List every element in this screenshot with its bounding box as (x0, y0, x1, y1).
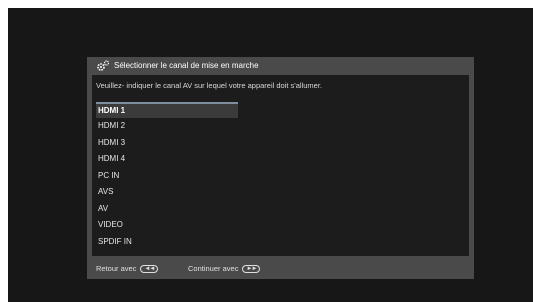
back-label: Retour avec (96, 264, 137, 273)
channel-item-hdmi3[interactable]: HDMI 3 (96, 135, 238, 152)
back-action[interactable]: Retour avec ◄◄ (96, 264, 159, 273)
channel-item-video[interactable]: VIDEO (96, 217, 238, 234)
fast-forward-button-icon: ►► (242, 264, 261, 273)
continue-label: Continuer avec (188, 264, 239, 273)
fast-forward-glyph: ►► (246, 265, 258, 272)
dialog-header: Sélectionner le canal de mise en marche (87, 57, 474, 75)
channel-item-av[interactable]: AV (96, 201, 238, 218)
channel-item-hdmi1[interactable]: HDMI 1 (96, 102, 238, 118)
tv-screen: Sélectionner le canal de mise en marche … (8, 8, 533, 302)
dialog-footer: Retour avec ◄◄ Continuer avec ►► (87, 256, 474, 279)
rewind-button-icon: ◄◄ (140, 264, 159, 273)
channel-item-spdif-in[interactable]: SPDIF IN (96, 234, 238, 251)
gear-icon (97, 60, 110, 71)
startup-channel-dialog: Sélectionner le canal de mise en marche … (87, 57, 474, 279)
dialog-body: Veuillez- indiquer le canal AV sur leque… (92, 75, 469, 256)
instruction-text: Veuillez- indiquer le canal AV sur leque… (96, 81, 323, 90)
channel-item-hdmi4[interactable]: HDMI 4 (96, 151, 238, 168)
channel-list: HDMI 1 HDMI 2 HDMI 3 HDMI 4 PC IN AVS AV… (96, 102, 238, 250)
rewind-glyph: ◄◄ (144, 265, 155, 272)
continue-action[interactable]: Continuer avec ►► (188, 264, 261, 273)
channel-item-pc-in[interactable]: PC IN (96, 168, 238, 185)
dialog-title: Sélectionner le canal de mise en marche (114, 61, 259, 70)
channel-item-avs[interactable]: AVS (96, 184, 238, 201)
channel-item-hdmi2[interactable]: HDMI 2 (96, 118, 238, 135)
